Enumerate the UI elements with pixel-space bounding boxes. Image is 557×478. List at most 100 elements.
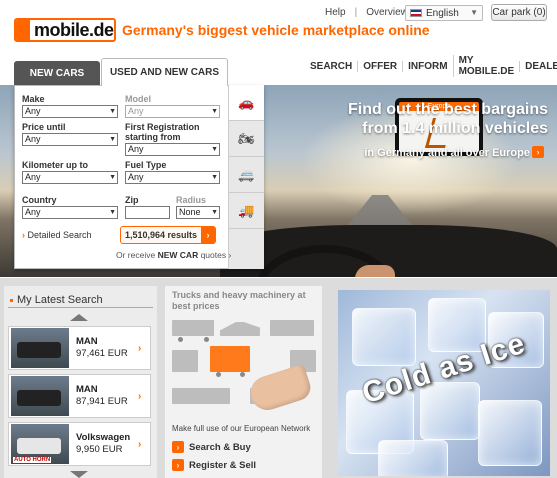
latest-search-title: My Latest Search: [10, 294, 103, 306]
newcar-prefix: Or receive: [116, 250, 156, 260]
radius-value: None: [179, 207, 201, 217]
trucks-network-text: Make full use of our European Network: [172, 424, 311, 433]
top-links: Help | Overview: [322, 7, 411, 18]
chevron-right-icon: ›: [138, 438, 142, 450]
vehicle-make: MAN: [76, 384, 98, 395]
vehicle-price: 97,461 EUR: [76, 348, 128, 359]
search-and-buy-link[interactable]: › Search & Buy: [172, 440, 251, 454]
country-label: Country: [22, 195, 57, 205]
vehicle-info: Volkswagen 9,950 EUR: [71, 432, 138, 456]
mobile-de-logo[interactable]: mobile.de: [14, 18, 116, 42]
uk-flag-icon: [410, 9, 422, 17]
chevron-down-icon: ▼: [109, 209, 116, 216]
vehicle-price: 9,950 EUR: [76, 444, 123, 455]
hero-headline: Find out the best bargains from 1.4 mill…: [347, 101, 548, 137]
tab-new-cars[interactable]: NEW CARS: [14, 61, 100, 85]
search-and-buy-label: Search & Buy: [189, 441, 251, 453]
chevron-down-icon: ▼: [211, 209, 218, 216]
chevron-right-icon: ›: [138, 342, 142, 354]
language-select[interactable]: English ▼: [405, 5, 483, 21]
page: mobile.de Germany's biggest vehicle mark…: [0, 0, 557, 478]
vehicle-thumbnail: [11, 328, 69, 368]
fuel-type-select[interactable]: Any ▼: [125, 171, 220, 184]
hand-image: [355, 265, 395, 277]
newcar-bold: NEW CAR: [157, 250, 199, 260]
chevron-right-icon: ›: [138, 390, 142, 402]
radius-select[interactable]: None ▼: [176, 206, 220, 219]
results-button[interactable]: 1,510,964 results ›: [120, 226, 216, 244]
divider: [8, 307, 153, 308]
make-label: Make: [22, 94, 45, 104]
vehicle-thumbnail: AUTO HORN: [11, 424, 69, 464]
fuel-type-label: Fuel Type: [125, 160, 167, 170]
tab-used-and-new-cars[interactable]: USED AND NEW CARS: [101, 58, 228, 86]
nav-search[interactable]: SEARCH: [305, 61, 357, 72]
new-car-quotes-link[interactable]: Or receive NEW CAR quotes ›: [116, 250, 231, 260]
tagline: Germany's biggest vehicle marketplace on…: [122, 22, 430, 38]
detailed-search-link[interactable]: › Detailed Search: [22, 230, 92, 240]
kilometer-select[interactable]: Any ▼: [22, 171, 118, 184]
vehicle-info: MAN 97,461 EUR: [71, 336, 138, 360]
nav-offer[interactable]: OFFER: [357, 60, 402, 72]
model-value: Any: [128, 106, 144, 116]
chevron-down-icon: ▼: [211, 108, 218, 115]
country-select[interactable]: Any ▼: [22, 206, 118, 219]
nav-my-mobile[interactable]: MY MOBILE.DE: [452, 55, 520, 77]
make-select[interactable]: Any ▼: [22, 105, 118, 118]
country-value: Any: [25, 207, 41, 217]
vehicle-price: 87,941 EUR: [76, 396, 128, 407]
car-icon[interactable]: 🚗: [229, 85, 264, 121]
vehicle-make: Volkswagen: [76, 432, 131, 443]
model-select[interactable]: Any ▼: [125, 105, 220, 118]
divider: |: [354, 7, 358, 18]
chevron-down-icon: ▼: [211, 146, 218, 153]
chevron-right-icon: ›: [228, 250, 232, 260]
overview-link[interactable]: Overview: [366, 7, 408, 18]
model-label: Model: [125, 94, 151, 104]
list-item[interactable]: MAN 97,461 EUR ›: [8, 326, 151, 370]
chevron-right-icon: ›: [172, 459, 184, 471]
vehicle-type-tabs: 🚗 🏍 🚐 🚚: [228, 85, 264, 269]
chevron-right-icon: ›: [201, 227, 215, 243]
logo-text: mobile.de: [34, 19, 114, 40]
thumbnail-dealer-label: AUTO HORN: [13, 457, 52, 463]
zip-input[interactable]: [125, 206, 170, 219]
price-value: Any: [25, 134, 41, 144]
chevron-right-icon: ›: [22, 230, 25, 240]
scroll-up-icon[interactable]: [70, 314, 88, 321]
hero-subline[interactable]: in Germany and all over Europe: [357, 147, 530, 159]
zip-label: Zip: [125, 195, 139, 205]
scroll-down-icon[interactable]: [70, 471, 88, 478]
hero-arrow-icon[interactable]: ›: [532, 146, 544, 158]
car-park-button[interactable]: Car park (0): [491, 4, 547, 21]
list-item[interactable]: MAN 87,941 EUR ›: [8, 374, 151, 418]
first-registration-select[interactable]: Any ▼: [125, 143, 220, 156]
newcar-suffix: quotes: [200, 250, 227, 260]
kilometer-label: Kilometer up to: [22, 160, 89, 170]
van-icon[interactable]: 🚐: [229, 157, 264, 193]
nav-dealer[interactable]: DEALER: [519, 60, 557, 72]
chevron-down-icon: ▼: [109, 174, 116, 181]
chevron-down-icon: ▼: [109, 108, 116, 115]
price-label: Price until: [22, 122, 66, 132]
vehicle-info: MAN 87,941 EUR: [71, 384, 138, 408]
fuel-type-value: Any: [128, 172, 144, 182]
first-registration-value: Any: [128, 144, 144, 154]
language-value: English: [426, 7, 459, 19]
vehicle-thumbnail: [11, 376, 69, 416]
kilometer-value: Any: [25, 172, 41, 182]
truck-icon[interactable]: 🚚: [229, 193, 264, 229]
first-registration-label: First Registration starting from: [125, 122, 200, 142]
radius-label: Radius: [176, 195, 207, 205]
register-and-sell-link[interactable]: › Register & Sell: [172, 458, 256, 472]
chevron-down-icon: ▼: [109, 136, 116, 143]
vehicle-make: MAN: [76, 336, 98, 347]
logo-mark: [16, 20, 30, 40]
nav-inform[interactable]: INFORM: [402, 60, 452, 72]
main-nav: SEARCH OFFER INFORM MY MOBILE.DE DEALER: [305, 55, 557, 77]
motorbike-icon[interactable]: 🏍: [229, 121, 264, 157]
help-link[interactable]: Help: [325, 7, 346, 18]
chevron-down-icon: ▼: [211, 174, 218, 181]
price-select[interactable]: Any ▼: [22, 133, 118, 146]
list-item[interactable]: AUTO HORN Volkswagen 9,950 EUR ›: [8, 422, 151, 466]
